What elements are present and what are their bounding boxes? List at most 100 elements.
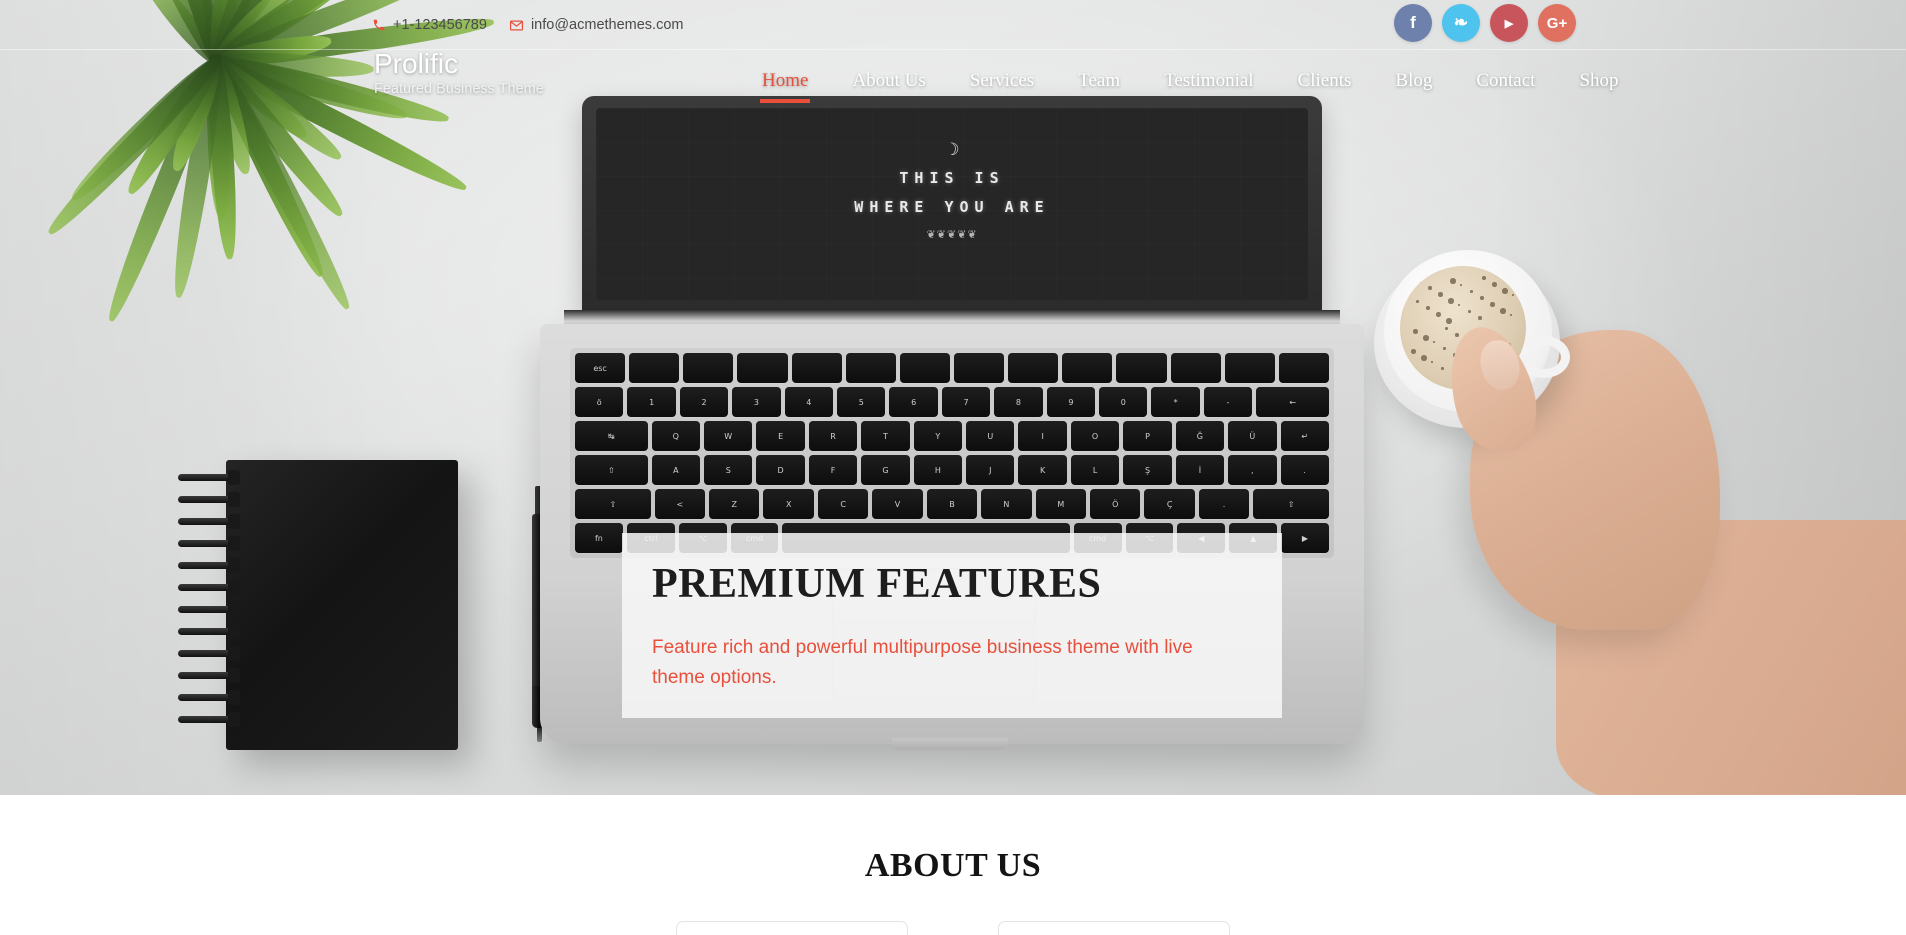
email-contact[interactable]: info@acmethemes.com	[509, 17, 684, 33]
keyboard-key: P	[1123, 421, 1172, 451]
about-card[interactable]	[676, 921, 908, 935]
menu-item-team[interactable]: Team	[1056, 50, 1142, 112]
crema-bubble	[1443, 347, 1446, 350]
keyboard-key: 0	[1099, 387, 1148, 417]
menu-item-about-us[interactable]: About Us	[830, 50, 947, 112]
crema-bubble	[1455, 333, 1459, 337]
crema-bubble	[1502, 288, 1508, 294]
keyboard-key: ⇧	[1253, 489, 1329, 519]
keyboard-key: B	[926, 489, 978, 519]
menu-item-home[interactable]: Home	[740, 50, 830, 112]
keyboard-key: ⇧	[575, 455, 648, 485]
menu-item-shop[interactable]: Shop	[1557, 50, 1640, 112]
keyboard-key: ↵	[1280, 421, 1329, 451]
crema-bubble	[1423, 335, 1429, 341]
crema-bubble	[1438, 292, 1443, 297]
keyboard-key: Q	[651, 421, 701, 451]
spiral-ring	[178, 646, 240, 661]
keyboard-row: ⇧ A S D F G H J K L Ş İ,.	[575, 455, 1329, 485]
keyboard-key	[1170, 353, 1221, 383]
spiral-ring	[178, 492, 240, 507]
keyboard-key: C	[817, 489, 869, 519]
keyboard-key: I	[1018, 421, 1067, 451]
email-address: info@acmethemes.com	[530, 17, 684, 33]
about-card[interactable]	[998, 921, 1230, 935]
keyboard-key: Ö	[1090, 489, 1141, 519]
site-title: Prolific	[374, 48, 459, 79]
crema-bubble	[1409, 369, 1414, 374]
social-glyph: f	[1410, 13, 1416, 32]
crema-bubble	[1460, 284, 1462, 286]
crema-bubble	[1416, 300, 1419, 303]
keyboard-key	[737, 353, 788, 383]
hero-content-card: PREMIUM FEATURES Feature rich and powerf…	[622, 533, 1282, 718]
site-tagline: Featured Business Theme	[374, 81, 544, 98]
menu-item-label: Clients	[1297, 70, 1352, 91]
keyboard-key: .	[1280, 455, 1329, 485]
crema-bubble	[1450, 278, 1456, 284]
screen-line-2: WHERE YOU ARE	[854, 197, 1050, 216]
menu-item-services[interactable]: Services	[948, 50, 1056, 112]
keyboard-key: J	[966, 455, 1015, 485]
crema-bubble	[1431, 361, 1433, 363]
keyboard-key: U	[966, 421, 1015, 451]
social-links: f ❧ ▶ G+	[1394, 4, 1576, 42]
keyboard-key: D	[756, 455, 805, 485]
crema-bubble	[1478, 316, 1482, 320]
screen-line-1: THIS IS	[899, 169, 1005, 187]
spiral-ring	[178, 668, 240, 683]
keyboard-key: A	[651, 455, 701, 485]
crema-bubble	[1446, 318, 1452, 324]
keyboard-key	[1224, 353, 1275, 383]
menu-item-blog[interactable]: Blog	[1373, 50, 1454, 112]
crema-bubble	[1468, 310, 1471, 313]
crema-bubble	[1512, 294, 1514, 296]
phone-contact[interactable]: +1-123456789	[372, 17, 487, 33]
top-contact-bar: +1-123456789 info@acmethemes.com f ❧ ▶ G+	[0, 0, 1906, 50]
youtube-icon[interactable]: ▶	[1490, 4, 1528, 42]
crema-bubble	[1433, 341, 1435, 343]
crema-bubble	[1441, 367, 1444, 370]
keyboard-key: M	[1035, 489, 1087, 519]
keyboard-key: 9	[1046, 387, 1096, 417]
crema-bubble	[1482, 276, 1486, 280]
twitter-icon[interactable]: ❧	[1442, 4, 1480, 42]
keyboard-key: E	[756, 421, 805, 451]
phone-number: +1-123456789	[393, 17, 487, 33]
keyboard-key: <	[654, 489, 706, 519]
keyboard-key: Z	[709, 489, 760, 519]
crema-bubble	[1418, 280, 1421, 283]
keyboard-key: .	[1198, 489, 1250, 519]
keyboard-key: 5	[837, 387, 886, 417]
keyboard-key: ⇧	[575, 489, 651, 519]
menu-item-contact[interactable]: Contact	[1454, 50, 1557, 112]
menu-item-label: Team	[1078, 70, 1121, 91]
crema-bubble	[1458, 304, 1460, 306]
keyboard-key: Ş	[1123, 455, 1172, 485]
spiral-ring	[178, 536, 240, 551]
crema-bubble	[1480, 296, 1484, 300]
crema-bubble	[1490, 302, 1495, 307]
menu-item-clients[interactable]: Clients	[1276, 50, 1374, 112]
menu-item-label: Contact	[1476, 70, 1536, 91]
crema-bubble	[1470, 290, 1473, 293]
keyboard-key: ←	[1256, 387, 1329, 417]
spiral-ring	[178, 514, 240, 529]
phone-icon	[372, 18, 386, 32]
crema-bubble	[1500, 308, 1506, 314]
notebook-spiral	[178, 470, 240, 736]
keyboard-key: *	[1151, 387, 1200, 417]
menu-item-testimonial[interactable]: Testimonial	[1142, 50, 1275, 112]
facebook-icon[interactable]: f	[1394, 4, 1432, 42]
keyboard-key: ö	[575, 387, 624, 417]
keyboard-key: ▶	[1281, 523, 1329, 553]
spiral-ring	[178, 602, 240, 617]
keyboard-key: V	[872, 489, 923, 519]
keyboard-key: 4	[784, 387, 834, 417]
crescent-moon-icon: ☽	[944, 140, 960, 159]
crema-bubble	[1411, 349, 1416, 354]
googleplus-icon[interactable]: G+	[1538, 4, 1576, 42]
brand[interactable]: Prolific Featured Business Theme	[374, 48, 544, 97]
page-root: ☽ THIS IS WHERE YOU ARE ❦❦❦❦❦ esc ö 1 2 3 4 5 6…	[0, 0, 1906, 935]
keyboard-key: H	[913, 455, 963, 485]
